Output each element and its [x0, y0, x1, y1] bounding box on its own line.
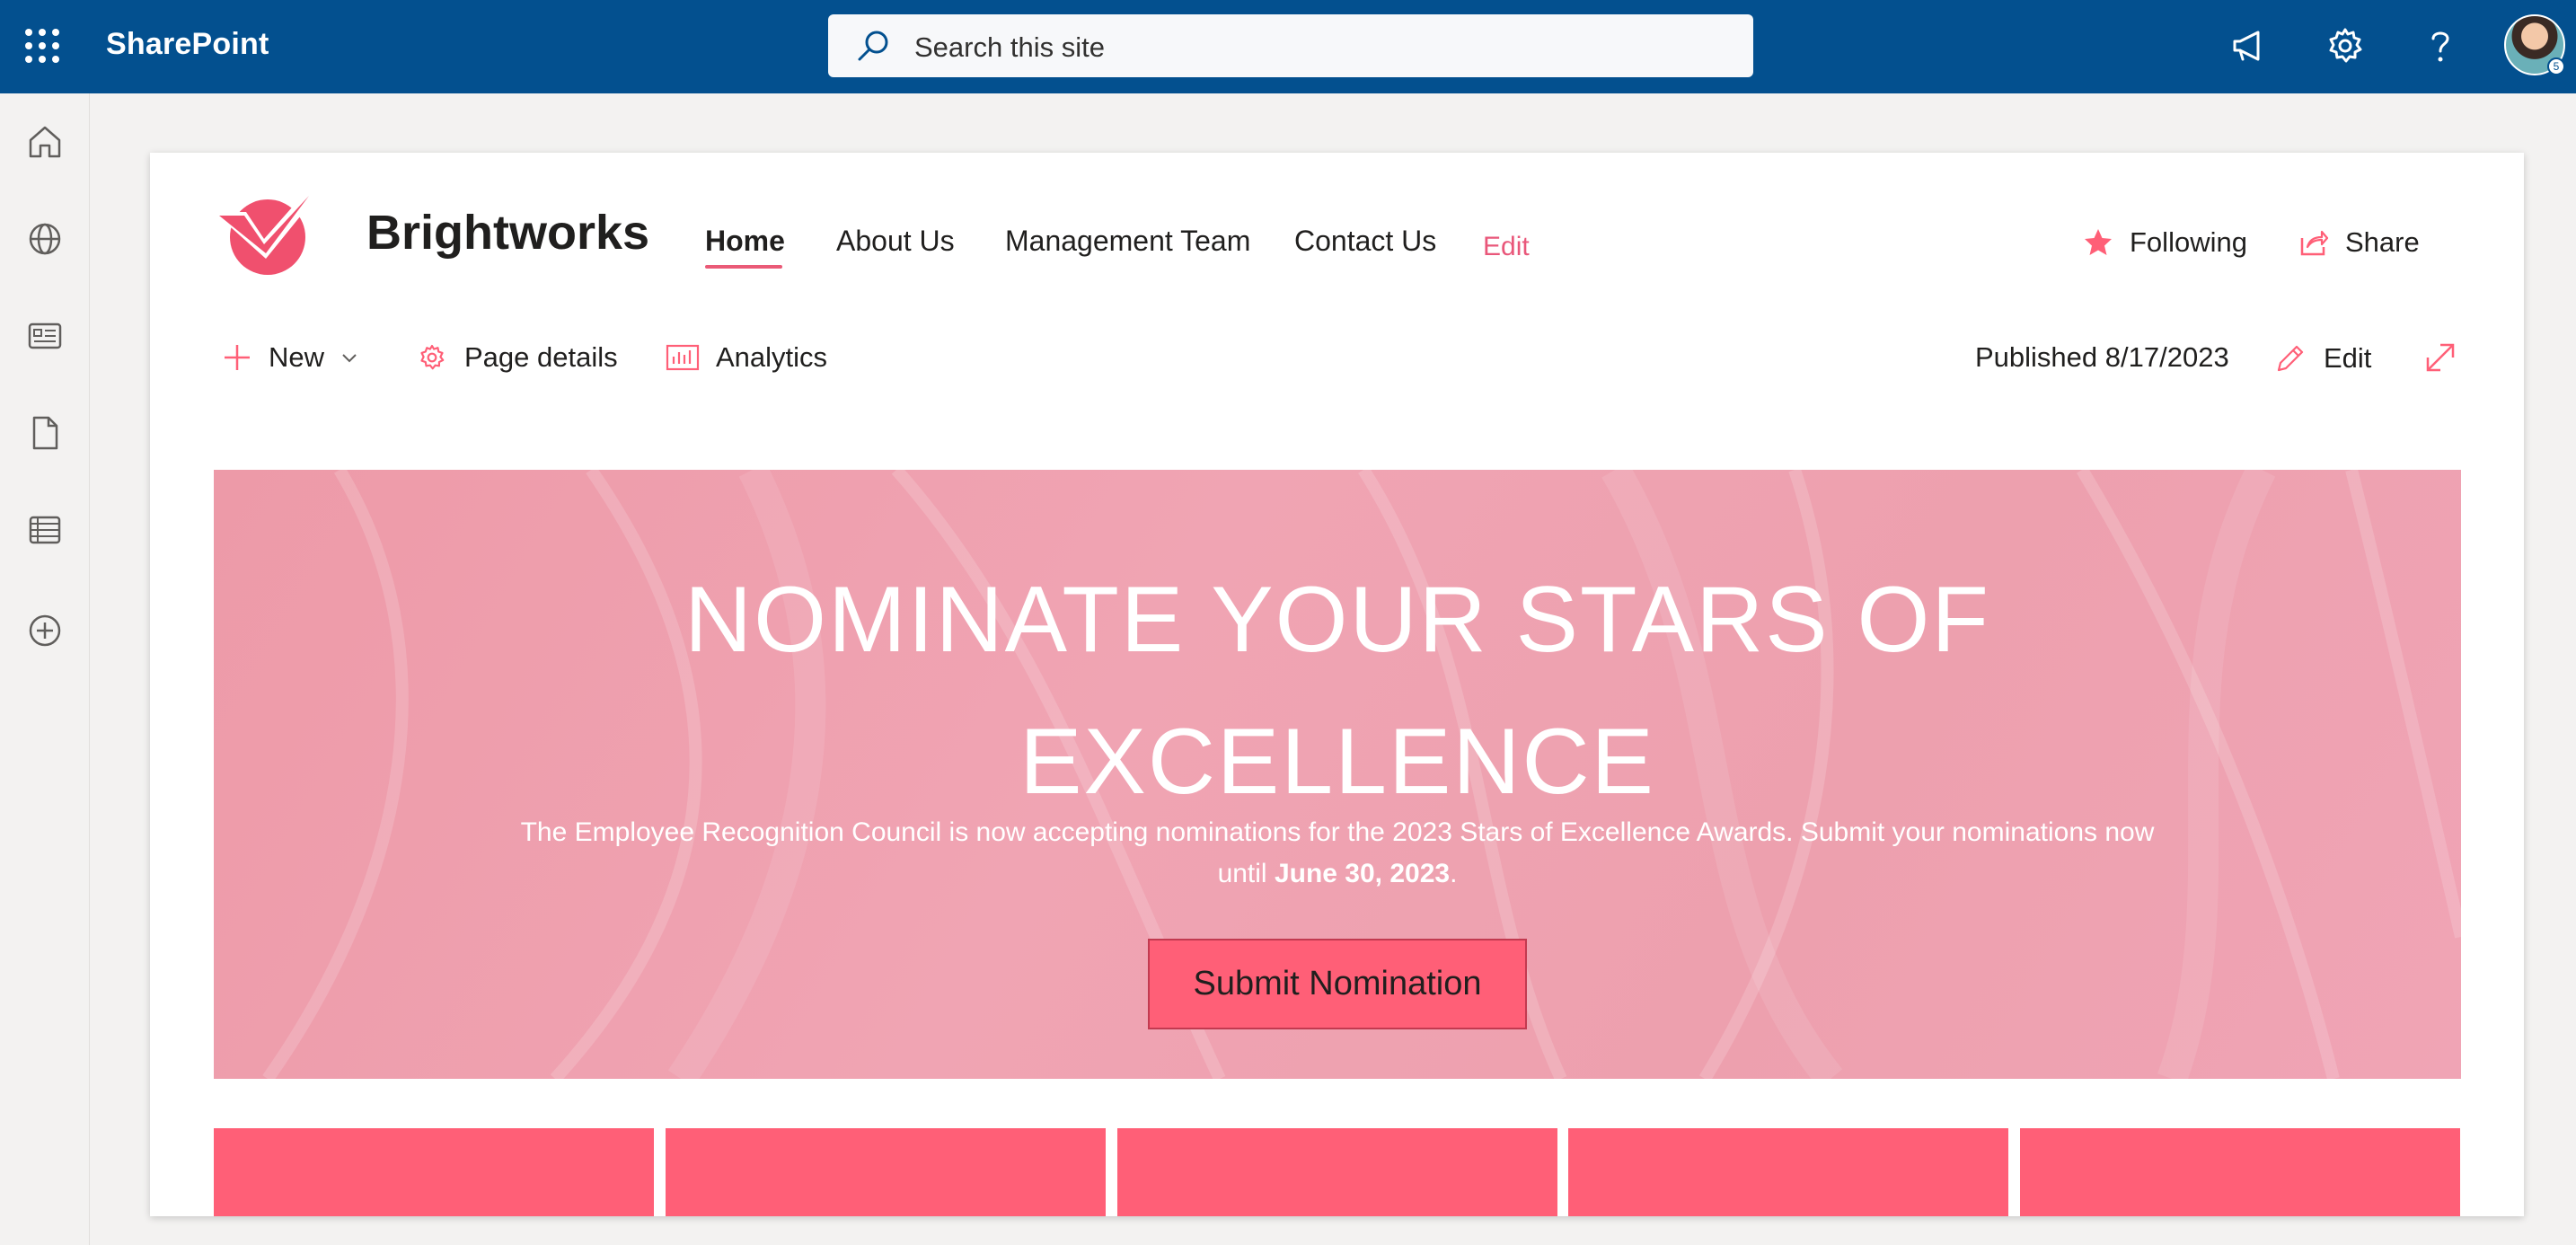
expand-icon[interactable]	[2422, 340, 2458, 375]
hero-deadline-date: June 30, 2023	[1274, 859, 1451, 888]
create-icon[interactable]	[25, 611, 65, 650]
news-icon[interactable]	[25, 316, 65, 356]
submit-nomination-button[interactable]: Submit Nomination	[1148, 939, 1527, 1029]
home-icon[interactable]	[25, 122, 65, 162]
left-rail	[0, 93, 90, 1245]
search-input[interactable]: Search this site	[914, 31, 1105, 64]
share-button[interactable]: Share	[2298, 226, 2420, 259]
quick-link-tile[interactable]	[666, 1128, 1106, 1216]
nav-item-about-us[interactable]: About Us	[836, 225, 955, 258]
avatar-badge: 5	[2547, 57, 2565, 75]
hero-description-end: .	[1450, 859, 1458, 888]
new-button[interactable]: New	[222, 341, 358, 374]
hero-description: The Employee Recognition Council is now …	[519, 812, 2156, 895]
page-details-button[interactable]: Page details	[416, 341, 618, 374]
share-label: Share	[2345, 226, 2420, 258]
hero-title-line1: NOMINATE YOUR STARS OF	[684, 568, 1990, 672]
published-status: Published 8/17/2023	[1975, 341, 2229, 373]
quick-link-tile[interactable]	[1568, 1128, 2008, 1216]
nav-item-home[interactable]: Home	[705, 225, 785, 258]
gear-icon[interactable]	[2323, 23, 2368, 68]
suite-bar: SharePoint Search this site 5	[0, 0, 2576, 93]
analytics-label: Analytics	[716, 341, 828, 373]
star-icon	[2085, 229, 2112, 255]
search-box[interactable]: Search this site	[828, 14, 1753, 77]
site-title[interactable]: Brightworks	[366, 205, 649, 260]
quick-link-tile[interactable]	[214, 1128, 654, 1216]
gear-icon	[420, 344, 445, 370]
search-icon	[858, 31, 888, 61]
hero-title: NOMINATE YOUR STARS OF EXCELLENCE	[214, 549, 2461, 833]
help-icon[interactable]	[2418, 23, 2463, 68]
app-name[interactable]: SharePoint	[106, 27, 269, 62]
nav-edit-link[interactable]: Edit	[1483, 232, 1530, 262]
app-launcher-icon[interactable]	[23, 27, 63, 66]
plus-icon	[225, 345, 250, 370]
nav-item-contact-us[interactable]: Contact Us	[1294, 225, 1436, 258]
following-button[interactable]: Following	[2083, 226, 2247, 259]
megaphone-icon[interactable]	[2228, 23, 2272, 68]
globe-icon[interactable]	[25, 219, 65, 259]
analytics-icon	[666, 344, 700, 371]
nav-active-indicator	[705, 265, 782, 269]
document-icon[interactable]	[25, 413, 65, 453]
new-label: New	[269, 341, 325, 373]
edit-page-button[interactable]: Edit	[2273, 341, 2371, 375]
page-details-label: Page details	[464, 341, 618, 373]
following-label: Following	[2130, 226, 2247, 258]
user-avatar[interactable]: 5	[2504, 14, 2565, 75]
analytics-button[interactable]: Analytics	[666, 341, 827, 374]
nav-item-management-team[interactable]: Management Team	[1005, 225, 1250, 258]
quick-link-tile[interactable]	[2020, 1128, 2460, 1216]
edit-label: Edit	[2324, 342, 2372, 374]
page-canvas: Brightworks Home About Us Management Tea…	[150, 153, 2524, 1216]
list-icon[interactable]	[25, 510, 65, 550]
site-logo[interactable]	[212, 187, 322, 277]
chevron-down-icon	[342, 354, 357, 363]
share-icon	[2300, 230, 2329, 256]
quick-link-tile[interactable]	[1117, 1128, 1557, 1216]
pencil-icon	[2277, 345, 2304, 372]
